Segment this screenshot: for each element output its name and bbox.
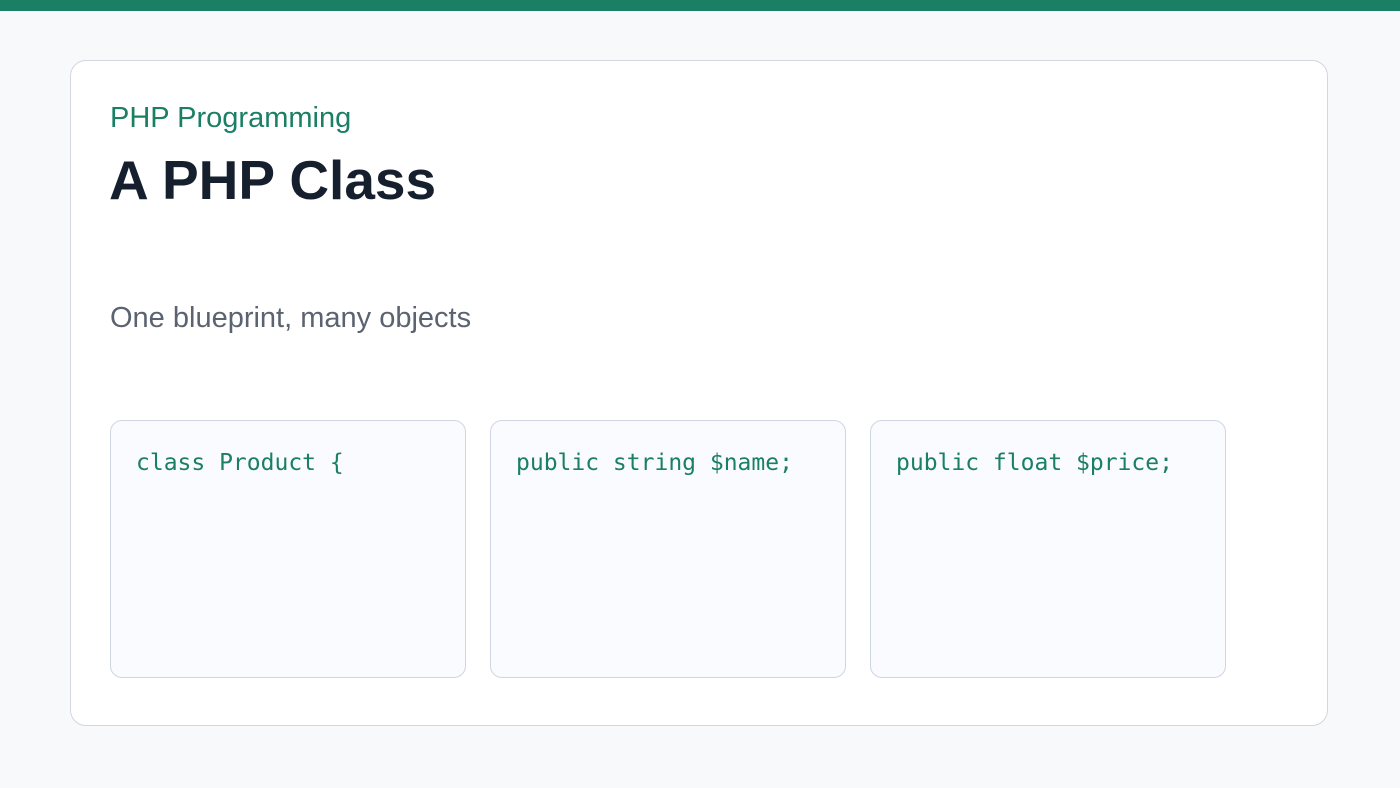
- code-line: public string $name;: [516, 450, 793, 476]
- code-block-name-property: public string $name;: [490, 420, 846, 678]
- top-accent-bar: [0, 0, 1400, 11]
- slide-title: A PHP Class: [109, 149, 437, 211]
- code-line: public float $price;: [896, 450, 1173, 476]
- slide-eyebrow: PHP Programming: [110, 102, 352, 134]
- code-block-price-property: public float $price;: [870, 420, 1226, 678]
- code-block-class: class Product {: [110, 420, 466, 678]
- code-blocks: class Product { public string $name; pub…: [110, 420, 1230, 678]
- slide-card: PHP Programming A PHP Class One blueprin…: [70, 60, 1328, 726]
- slide-subtitle: One blueprint, many objects: [110, 302, 472, 334]
- code-line: class Product {: [136, 450, 344, 476]
